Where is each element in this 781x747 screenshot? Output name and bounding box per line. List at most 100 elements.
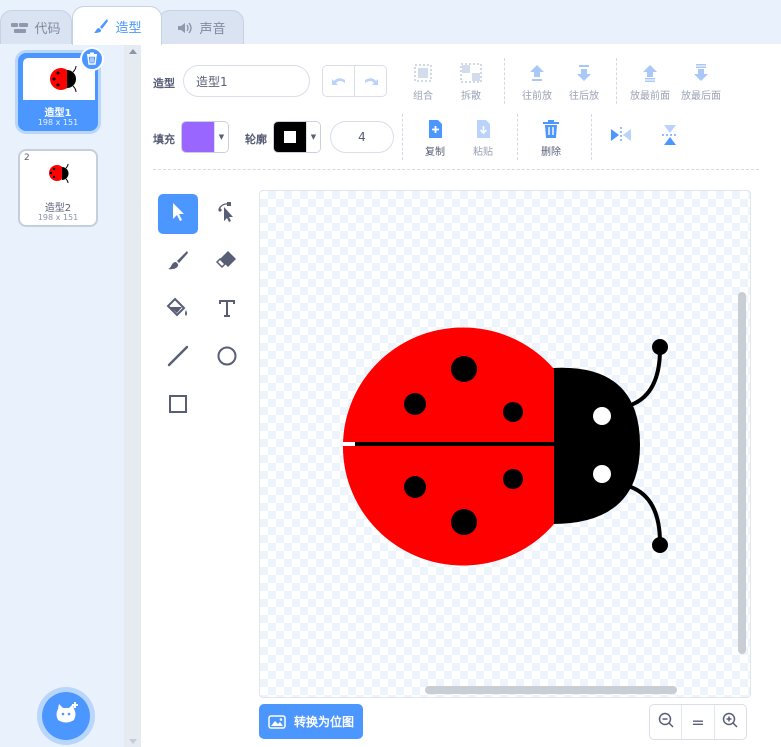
ladybug-eye xyxy=(593,407,611,425)
tab-sounds[interactable]: 声音 xyxy=(158,10,244,44)
eraser-icon xyxy=(215,249,238,275)
drawing-canvas[interactable] xyxy=(259,190,751,698)
fill-color-picker[interactable]: ▼ xyxy=(181,121,229,153)
flip-vertical-button[interactable] xyxy=(646,124,694,149)
copy-label: 复制 xyxy=(425,147,445,158)
flip-horizontal-icon xyxy=(597,124,645,146)
rectangle-tool[interactable] xyxy=(158,386,198,426)
costume-item-2[interactable]: 2 造型2 198 x 151 xyxy=(18,149,98,227)
brush-icon xyxy=(92,19,110,33)
ladybug-body xyxy=(342,327,554,566)
paste-icon xyxy=(459,118,507,140)
costume-number: 2 xyxy=(24,153,30,163)
scroll-up-icon[interactable] xyxy=(129,49,137,54)
group-button[interactable]: 组合 xyxy=(399,62,447,102)
tab-sounds-label: 声音 xyxy=(199,22,226,37)
outline-label: 轮廓 xyxy=(245,133,267,146)
ladybug-drawing[interactable] xyxy=(260,191,751,698)
copy-button[interactable]: 复制 xyxy=(411,118,459,158)
costume-name-label: 造型 xyxy=(153,77,175,90)
circle-icon xyxy=(216,345,238,371)
copy-icon xyxy=(411,118,459,140)
rectangle-icon xyxy=(167,393,189,419)
redo-button[interactable] xyxy=(355,66,386,96)
delete-button[interactable]: 删除 xyxy=(527,118,575,158)
bring-to-front-button[interactable]: 放最前面 xyxy=(624,62,676,102)
undo-icon xyxy=(331,72,347,91)
code-icon xyxy=(11,21,29,35)
canvas-vertical-scrollbar[interactable] xyxy=(738,292,746,654)
cat-plus-icon xyxy=(53,701,79,731)
paste-button[interactable]: 粘贴 xyxy=(459,118,507,158)
backward-icon xyxy=(560,62,608,84)
undo-button[interactable] xyxy=(323,66,355,96)
redo-icon xyxy=(363,72,379,91)
eraser-tool[interactable] xyxy=(207,242,247,282)
ungroup-button[interactable]: 拆散 xyxy=(447,62,495,102)
paste-label: 粘贴 xyxy=(473,147,493,158)
flip-horizontal-button[interactable] xyxy=(597,124,645,149)
text-tool[interactable] xyxy=(207,290,247,330)
image-icon xyxy=(268,714,286,729)
convert-to-bitmap-label: 转换为位图 xyxy=(294,715,355,729)
outline-width-input[interactable]: 4 xyxy=(330,121,394,153)
costume-list: 1 造型1 198 x 151 2 造型2 198 x 151 xyxy=(0,44,141,747)
costume-thumbnail xyxy=(22,152,94,194)
backward-label: 往后放 xyxy=(569,91,599,102)
toolbar-divider xyxy=(153,169,759,170)
delete-costume-button[interactable] xyxy=(80,47,104,71)
divider xyxy=(402,114,403,160)
send-to-back-button[interactable]: 放最后面 xyxy=(675,62,727,102)
bring-to-front-icon xyxy=(624,62,676,84)
ladybug-eye xyxy=(593,465,611,483)
zoom-in-icon xyxy=(722,712,738,732)
tab-code[interactable]: 代码 xyxy=(0,10,72,44)
send-to-back-icon xyxy=(675,62,727,84)
zoom-out-button[interactable] xyxy=(650,705,683,739)
editor-tabs: 代码 声音 造型 xyxy=(0,0,781,45)
line-icon xyxy=(167,345,189,371)
outline-color-picker[interactable]: ▼ xyxy=(273,121,321,153)
convert-to-bitmap-button[interactable]: 转换为位图 xyxy=(259,704,363,739)
reshape-tool[interactable] xyxy=(207,194,247,234)
scroll-down-icon[interactable] xyxy=(129,739,137,744)
add-costume-button[interactable] xyxy=(42,692,90,740)
dropdown-arrow-icon: ▼ xyxy=(214,122,228,152)
bring-to-front-label: 放最前面 xyxy=(630,91,670,102)
divider xyxy=(591,114,592,160)
zoom-in-button[interactable] xyxy=(715,705,746,739)
zoom-reset-button[interactable]: = xyxy=(682,705,715,739)
backward-button[interactable]: 往后放 xyxy=(560,62,608,102)
brush-tool[interactable] xyxy=(158,242,198,282)
tab-costumes-label: 造型 xyxy=(115,20,142,36)
reshape-icon xyxy=(216,201,238,227)
circle-tool[interactable] xyxy=(207,338,247,378)
forward-label: 往前放 xyxy=(522,91,552,102)
zoom-out-icon xyxy=(658,712,674,732)
group-icon xyxy=(399,62,447,84)
divider xyxy=(504,58,505,104)
select-tool[interactable] xyxy=(158,194,198,234)
costume-name-input[interactable] xyxy=(183,65,310,97)
zoom-reset-label: = xyxy=(691,712,705,732)
forward-icon xyxy=(513,62,561,84)
fill-tool[interactable] xyxy=(158,290,198,330)
outline-color-swatch xyxy=(274,122,306,152)
send-to-back-label: 放最后面 xyxy=(681,91,721,102)
brush-icon xyxy=(167,249,189,275)
fill-label: 填充 xyxy=(153,133,175,146)
tab-costumes[interactable]: 造型 xyxy=(72,6,162,45)
divider xyxy=(616,58,617,104)
speaker-icon xyxy=(176,21,194,35)
forward-button[interactable]: 往前放 xyxy=(513,62,561,102)
line-tool[interactable] xyxy=(158,338,198,378)
fill-color-swatch xyxy=(182,122,214,152)
trash-icon xyxy=(527,118,575,140)
tab-code-label: 代码 xyxy=(34,22,61,37)
costume-size: 198 x 151 xyxy=(37,118,79,127)
costume-size: 198 x 151 xyxy=(37,213,79,222)
dropdown-arrow-icon: ▼ xyxy=(306,122,320,152)
costume-list-scrollbar[interactable] xyxy=(124,44,141,747)
divider xyxy=(517,114,518,160)
canvas-horizontal-scrollbar[interactable] xyxy=(425,686,677,694)
